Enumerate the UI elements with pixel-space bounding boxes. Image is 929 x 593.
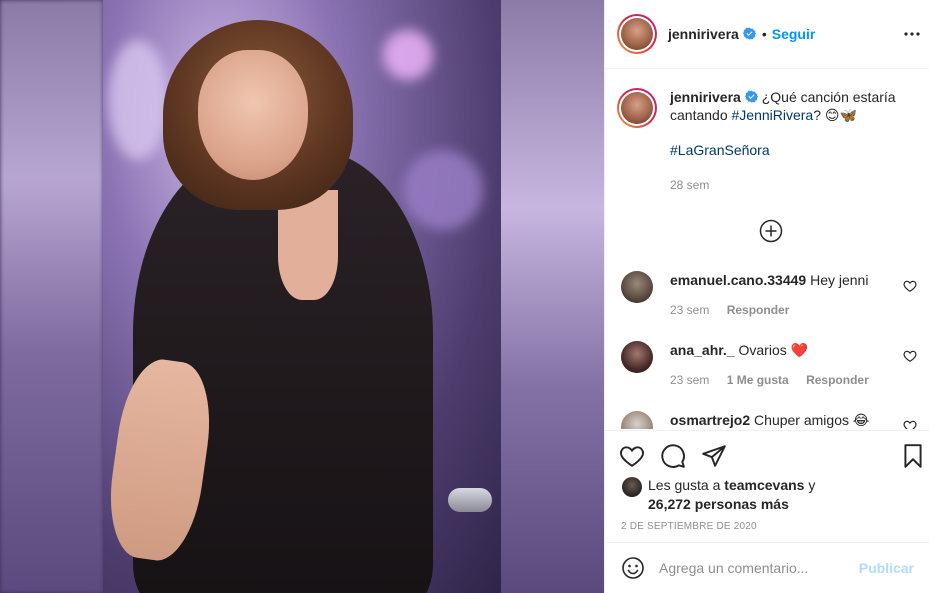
post-caption: jennirivera ¿Qué canción estaría cantand…	[617, 88, 917, 194]
comment-bubble-icon[interactable]	[660, 443, 686, 469]
avatar[interactable]	[621, 18, 653, 50]
comment-time[interactable]: 23 sem	[670, 373, 709, 387]
username-text[interactable]: jennirivera	[668, 26, 739, 42]
post-sidebar: jennirivera • Seguir jennirivera ¿Qué ca…	[604, 0, 929, 593]
verified-badge-icon	[744, 90, 758, 103]
reply-button[interactable]: Responder	[727, 303, 790, 317]
emoji-icon[interactable]	[621, 556, 645, 580]
follow-button[interactable]: Seguir	[772, 26, 816, 42]
performer-face	[198, 50, 308, 180]
like-comment-icon[interactable]	[903, 279, 917, 293]
publish-button[interactable]: Publicar	[859, 560, 914, 576]
likes-count[interactable]: 26,272 personas más	[648, 496, 789, 512]
caption-body: jennirivera ¿Qué canción estaría cantand…	[670, 88, 917, 194]
media-blur-right	[501, 0, 604, 593]
comment-body: emanuel.cano.33449 Hey jenni 23 sem Resp…	[670, 271, 890, 319]
commenter-avatar[interactable]	[621, 411, 653, 429]
hashtag-link[interactable]: #JenniRivera	[732, 107, 814, 123]
header-username[interactable]: jennirivera	[668, 26, 756, 42]
commenter-username[interactable]: emanuel.cano.33449	[670, 272, 806, 288]
comment-text: Chuper amigos 😂	[750, 412, 870, 428]
stage-light	[383, 30, 433, 80]
load-more-comments-icon[interactable]	[759, 219, 783, 243]
story-ring[interactable]	[617, 14, 657, 54]
hashtag-link[interactable]: #LaGranSeñora	[670, 142, 770, 158]
comment-time[interactable]: 23 sem	[670, 303, 709, 317]
liker-username[interactable]: teamcevans	[724, 477, 804, 493]
comment-text: Hey jenni	[806, 272, 869, 288]
comment-meta: 23 sem Responder	[670, 301, 890, 319]
comment-input[interactable]	[659, 560, 851, 576]
media-blur-left	[0, 0, 103, 593]
likes-prefix: Les gusta a	[648, 477, 725, 493]
reply-button[interactable]: Responder	[806, 373, 869, 387]
caption-avatar[interactable]	[621, 92, 653, 124]
like-comment-icon[interactable]	[903, 349, 917, 363]
caption-story-ring[interactable]	[617, 88, 657, 128]
caption-username[interactable]: jennirivera	[670, 89, 741, 105]
likes-summary: Les gusta a teamcevans y 26,272 personas…	[622, 476, 815, 514]
more-options-icon[interactable]	[902, 24, 922, 44]
post-media[interactable]	[0, 0, 604, 593]
commenter-avatar[interactable]	[621, 341, 653, 373]
comment-item: osmartrejo2 Chuper amigos 😂	[621, 411, 921, 429]
verified-badge-icon	[742, 27, 756, 40]
liker-avatar[interactable]	[622, 477, 642, 497]
post-header: jennirivera • Seguir	[605, 0, 929, 69]
separator-dot: •	[761, 26, 767, 42]
stage-light	[403, 150, 483, 230]
post-actions: Les gusta a teamcevans y 26,272 personas…	[605, 430, 929, 542]
like-comment-icon[interactable]	[903, 419, 917, 429]
commenter-username[interactable]: osmartrejo2	[670, 412, 750, 428]
commenter-username[interactable]: ana_ahr._	[670, 342, 735, 358]
caption-timestamp[interactable]: 28 sem	[670, 176, 917, 194]
like-heart-icon[interactable]	[619, 443, 645, 469]
comments-list[interactable]: jennirivera ¿Qué canción estaría cantand…	[605, 70, 929, 429]
comment-meta: 23 sem 1 Me gusta Responder	[670, 371, 890, 389]
comment-body: osmartrejo2 Chuper amigos 😂	[670, 411, 890, 429]
share-paper-plane-icon[interactable]	[701, 443, 727, 469]
commenter-avatar[interactable]	[621, 271, 653, 303]
stage-light	[108, 40, 168, 160]
comment-item: emanuel.cano.33449 Hey jenni 23 sem Resp…	[621, 271, 921, 319]
comment-item: ana_ahr._ Ovarios ❤️ 23 sem 1 Me gusta R…	[621, 341, 921, 389]
microphone	[448, 488, 492, 512]
post-photo[interactable]	[103, 0, 501, 593]
comment-text: Ovarios ❤️	[734, 342, 809, 358]
save-bookmark-icon[interactable]	[900, 443, 926, 469]
comment-body: ana_ahr._ Ovarios ❤️ 23 sem 1 Me gusta R…	[670, 341, 890, 389]
likes-conjunction: y	[804, 477, 816, 493]
caption-text-end: ? 😊🦋	[813, 107, 857, 123]
add-comment-bar: Publicar	[605, 542, 929, 593]
post-date[interactable]: 2 DE SEPTIEMBRE DE 2020	[621, 521, 757, 532]
comment-likes-count[interactable]: 1 Me gusta	[727, 373, 789, 387]
